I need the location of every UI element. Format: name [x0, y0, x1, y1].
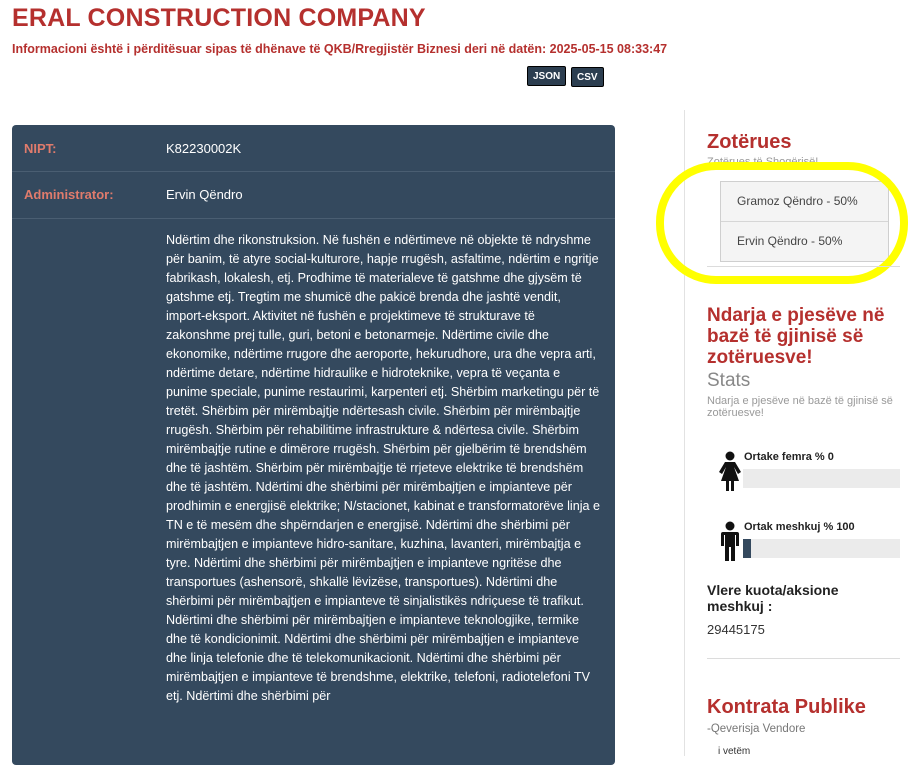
male-share-bar: [743, 539, 900, 558]
nipt-value: K82230002K: [166, 141, 242, 156]
female-icon: [719, 451, 741, 491]
administrator-row: Administrator: Ervin Qëndro: [12, 172, 615, 219]
male-share-label: Ortak meshkuj % 100: [744, 521, 855, 533]
company-details-panel: NIPT: K82230002K Administrator: Ervin Që…: [12, 125, 615, 765]
nipt-row: NIPT: K82230002K: [12, 125, 615, 172]
csv-download-button[interactable]: CSV: [571, 67, 604, 87]
male-quota-label: Vlere kuota/aksione meshkuj :: [707, 582, 839, 614]
public-contracts-subtitle: -Qeverisja Vendore: [707, 723, 806, 735]
owners-title: Zotërues: [707, 131, 792, 153]
stats-subtitle: Ndarja e pjesëve në bazë të gjinisë së z…: [707, 395, 893, 419]
updated-notice: Informacioni është i përditësuar sipas t…: [12, 42, 668, 56]
male-quota-value: 29445175: [707, 622, 765, 637]
public-contracts-title: Kontrata Publike: [707, 696, 866, 718]
stats-title: Stats: [707, 370, 751, 391]
owner-item[interactable]: Gramoz Qëndro - 50%: [721, 182, 888, 222]
section-divider: [707, 266, 900, 267]
activity-description: Ndërtim dhe rikonstruksion. Në fushën e …: [166, 233, 601, 703]
contracts-note: i vetëm: [718, 746, 751, 757]
owner-item[interactable]: Ervin Qëndro - 50%: [721, 222, 888, 261]
male-icon: [721, 521, 739, 561]
female-share-label: Ortake femra % 0: [744, 451, 834, 463]
male-share-fill: [743, 539, 751, 558]
owners-subtitle: Zotërues të Shoqërisë!: [707, 156, 819, 168]
female-share-bar: [743, 469, 900, 488]
owners-list: Gramoz Qëndro - 50% Ervin Qëndro - 50%: [720, 181, 889, 262]
json-download-button[interactable]: JSON: [527, 66, 567, 86]
section-divider: [707, 658, 900, 659]
sidebar-divider: [684, 110, 685, 756]
administrator-label: Administrator:: [24, 187, 114, 202]
administrator-value: Ervin Qëndro: [166, 187, 243, 202]
gender-split-title: Ndarja e pjesëve në bazë të gjinisë së z…: [707, 305, 885, 368]
nipt-label: NIPT:: [24, 141, 57, 156]
company-name: ERAL CONSTRUCTION COMPANY: [12, 4, 426, 32]
